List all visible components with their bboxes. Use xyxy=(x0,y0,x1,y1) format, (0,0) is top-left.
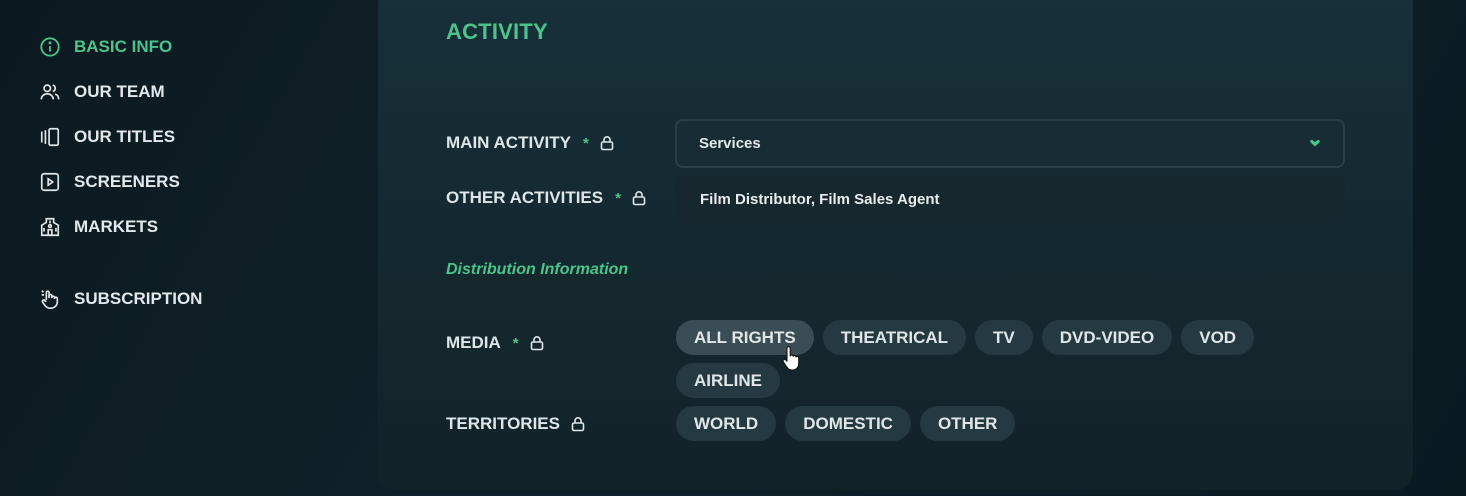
sidebar-item-markets[interactable]: MARKETS xyxy=(38,204,298,249)
chip-dvd-video[interactable]: DVD-VIDEO xyxy=(1041,320,1173,355)
main-activity-label: MAIN ACTIVITY * xyxy=(446,133,615,153)
sidebar-item-label: MARKETS xyxy=(74,216,159,236)
sidebar-item-basic-info[interactable]: BASIC INFO xyxy=(38,24,298,69)
field-label-text: MEDIA xyxy=(446,333,501,352)
chip-vod[interactable]: VOD xyxy=(1181,320,1255,355)
distribution-info-heading: Distribution Information xyxy=(446,261,629,278)
titles-icon xyxy=(38,125,62,149)
field-value: Film Distributor, Film Sales Agent xyxy=(700,190,940,208)
sidebar-item-subscription[interactable]: SUBSCRIPTION xyxy=(38,276,298,321)
territories-label: TERRITORIES xyxy=(446,414,586,434)
field-label-text: MAIN ACTIVITY xyxy=(446,133,571,152)
caret-down-icon xyxy=(1310,139,1320,147)
sidebar-item-label: SUBSCRIPTION xyxy=(74,288,203,308)
sidebar-item-label: SCREENERS xyxy=(74,171,180,191)
info-icon xyxy=(38,35,62,59)
lock-icon xyxy=(631,190,647,206)
lock-icon xyxy=(599,135,615,151)
lock-icon xyxy=(570,416,586,432)
markets-icon xyxy=(38,215,62,239)
chip-airline[interactable]: AIRLINE xyxy=(676,363,780,398)
sidebar-nav: BASIC INFO OUR TEAM OUR TITLES SCREENERS… xyxy=(38,24,298,321)
media-chips-row-2: AIRLINE xyxy=(676,363,780,398)
chip-world[interactable]: WORLD xyxy=(676,406,777,441)
field-label-text: OTHER ACTIVITIES xyxy=(446,188,604,207)
sidebar-item-our-titles[interactable]: OUR TITLES xyxy=(38,114,298,159)
media-chips-row-1: ALL RIGHTS THEATRICAL TV DVD-VIDEO VOD xyxy=(676,320,1255,355)
lock-icon xyxy=(529,335,545,351)
hand-icon xyxy=(38,287,62,311)
team-icon xyxy=(38,80,62,104)
chip-domestic[interactable]: DOMESTIC xyxy=(785,406,911,441)
other-activities-label: OTHER ACTIVITIES * xyxy=(446,188,647,208)
required-marker: * xyxy=(582,134,589,152)
field-label-text: TERRITORIES xyxy=(446,414,560,433)
sidebar-item-screeners[interactable]: SCREENERS xyxy=(38,159,298,204)
sidebar-item-our-team[interactable]: OUR TEAM xyxy=(38,69,298,114)
select-value: Services xyxy=(699,135,761,152)
chip-tv[interactable]: TV xyxy=(975,320,1033,355)
main-activity-select[interactable]: Services xyxy=(675,119,1345,168)
hand-pointer-cursor-icon xyxy=(782,346,800,371)
sidebar-item-label: BASIC INFO xyxy=(74,36,173,56)
sidebar-item-label: OUR TEAM xyxy=(74,81,165,101)
chip-theatrical[interactable]: THEATRICAL xyxy=(822,320,967,355)
media-label: MEDIA * xyxy=(446,333,545,353)
required-marker: * xyxy=(615,189,621,207)
territories-chips: WORLD DOMESTIC OTHER xyxy=(676,406,1016,441)
sidebar-item-label: OUR TITLES xyxy=(74,126,176,146)
required-marker: * xyxy=(512,334,519,352)
play-icon xyxy=(38,170,62,194)
other-activities-field[interactable]: Film Distributor, Film Sales Agent xyxy=(675,175,1345,223)
chip-other[interactable]: OTHER xyxy=(919,406,1016,441)
section-title: ACTIVITY xyxy=(446,19,548,44)
